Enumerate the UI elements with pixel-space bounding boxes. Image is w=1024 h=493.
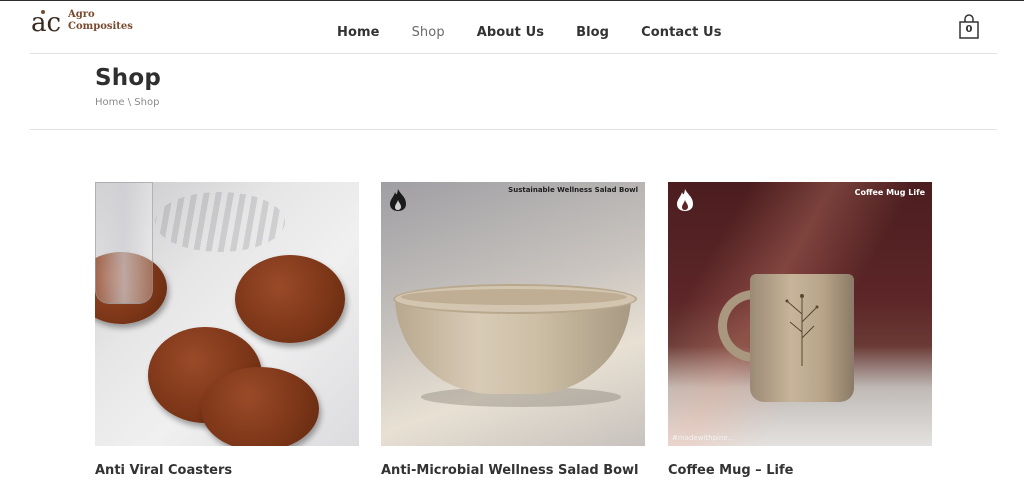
nav-home[interactable]: Home <box>337 25 380 40</box>
nav-contact-us[interactable]: Contact Us <box>641 25 721 40</box>
breadcrumb-home[interactable]: Home <box>95 97 125 108</box>
brand-name-line1: Agro <box>68 9 95 20</box>
glass-image-part <box>95 182 153 304</box>
cart-count: 0 <box>965 24 973 35</box>
coaster-image-part <box>235 255 345 343</box>
breadcrumb: Home \ Shop <box>95 97 159 108</box>
brand-logo[interactable]: ac Agro Composites <box>30 5 133 37</box>
nav-shop[interactable]: Shop <box>412 25 445 40</box>
product-name[interactable]: Coffee Mug – Life <box>668 463 932 478</box>
brand-name-line2: Composites <box>68 21 133 32</box>
brand-name: Agro Composites <box>68 9 133 33</box>
product-image-coasters[interactable] <box>95 182 359 446</box>
coaster-image-part <box>201 367 319 446</box>
breadcrumb-separator: \ <box>127 97 132 108</box>
breadcrumb-current: Shop <box>134 97 160 108</box>
logo-mark-text: ac <box>31 8 61 36</box>
image-caption: Sustainable Wellness Salad Bowl <box>508 186 638 194</box>
product-name[interactable]: Anti Viral Coasters <box>95 463 359 478</box>
title-divider <box>30 129 997 130</box>
brand-logo-mark: ac <box>31 8 61 36</box>
cart-button[interactable]: 0 <box>958 14 980 40</box>
product-card[interactable]: Anti Viral Coasters <box>95 182 359 478</box>
image-caption: Coffee Mug Life <box>854 188 925 197</box>
image-hashtag: #madewithpine... <box>672 434 735 442</box>
botanical-print-icon <box>785 294 819 366</box>
nav-blog[interactable]: Blog <box>576 25 609 40</box>
bowl-inner <box>401 289 627 305</box>
brand-flame-icon <box>677 189 693 211</box>
site-header: ac Agro Composites Home Shop About Us Bl… <box>0 1 1024 54</box>
product-image-bowl[interactable]: Sustainable Wellness Salad Bowl <box>381 182 645 446</box>
product-name[interactable]: Anti-Microbial Wellness Salad Bowl <box>381 463 645 478</box>
glass-shadow <box>155 192 285 252</box>
page-title: Shop <box>95 65 162 91</box>
header-divider <box>30 53 997 54</box>
nav-about-us[interactable]: About Us <box>477 25 544 40</box>
main-nav: Home Shop About Us Blog Contact Us <box>337 25 722 40</box>
product-image-mug[interactable]: Coffee Mug Life #madewithpine... <box>668 182 932 446</box>
mug-image-part <box>750 274 854 402</box>
brand-flame-icon <box>390 189 406 211</box>
product-card[interactable]: Coffee Mug Life #madewithpine... Coffee … <box>668 182 932 478</box>
product-card[interactable]: Sustainable Wellness Salad Bowl Anti-Mic… <box>381 182 645 478</box>
